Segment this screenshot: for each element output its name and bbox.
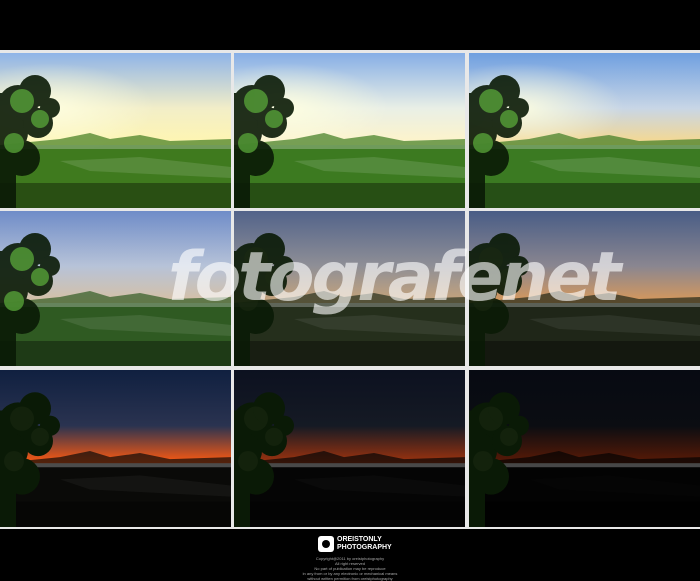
photo-tile-4: [0, 211, 231, 366]
scene-shape: [500, 427, 518, 446]
contact-sheet: [0, 50, 700, 529]
copyright-notice: Copyright@2011 by oreistphotography All …: [302, 556, 398, 581]
scene-shape: [479, 89, 503, 113]
scene-shape: [234, 501, 465, 527]
scene-shape: [10, 406, 34, 431]
scene-shape: [10, 89, 34, 113]
photo-tile-6: [469, 211, 700, 366]
brand-name: OREISTONLY: [337, 536, 382, 543]
scene-shape: [31, 427, 49, 446]
photo-tile-1: [0, 53, 231, 208]
scene-shape: [500, 268, 518, 286]
scene-shape: [238, 291, 258, 311]
scene-shape: [4, 133, 24, 153]
scene-shape: [265, 110, 283, 128]
scene-shape: [479, 406, 503, 431]
scene-shape: [479, 247, 503, 271]
scene-shape: [31, 110, 49, 128]
scene-shape: [4, 291, 24, 311]
scene-shape: [0, 183, 231, 208]
scene-shape: [238, 133, 258, 153]
brand-logo: OREISTONLY PHOTOGRAPHY: [318, 536, 392, 552]
landscape-photo: [0, 370, 231, 527]
scene-shape: [500, 110, 518, 128]
photo-tile-3: [469, 53, 700, 208]
photo-tile-9: [469, 370, 700, 527]
scene-shape: [469, 341, 700, 366]
landscape-photo: [0, 211, 231, 366]
scene-shape: [473, 291, 493, 311]
camera-icon: [318, 536, 334, 552]
landscape-photo: [234, 370, 465, 527]
scene-shape: [238, 451, 258, 472]
scene-shape: [234, 183, 465, 208]
photo-tile-7: [0, 370, 231, 527]
scene-shape: [244, 406, 268, 431]
footer: OREISTONLY PHOTOGRAPHY Copyright@2011 by…: [0, 531, 700, 581]
scene-shape: [469, 183, 700, 208]
landscape-photo: [0, 53, 231, 208]
brand-subtitle: PHOTOGRAPHY: [337, 544, 392, 551]
scene-shape: [473, 133, 493, 153]
photo-tile-2: [234, 53, 465, 208]
scene-shape: [244, 89, 268, 113]
scene-shape: [265, 268, 283, 286]
photo-tile-5: [234, 211, 465, 366]
photo-tile-8: [234, 370, 465, 527]
landscape-photo: [234, 53, 465, 208]
scene-shape: [244, 247, 268, 271]
scene-shape: [4, 451, 24, 472]
landscape-photo: [469, 53, 700, 208]
landscape-photo: [469, 370, 700, 527]
landscape-photo: [234, 211, 465, 366]
scene-shape: [473, 451, 493, 472]
scene-shape: [469, 501, 700, 527]
scene-shape: [0, 501, 231, 527]
scene-shape: [0, 341, 231, 366]
scene-shape: [31, 268, 49, 286]
scene-shape: [234, 341, 465, 366]
scene-shape: [10, 247, 34, 271]
landscape-photo: [469, 211, 700, 366]
scene-shape: [265, 427, 283, 446]
